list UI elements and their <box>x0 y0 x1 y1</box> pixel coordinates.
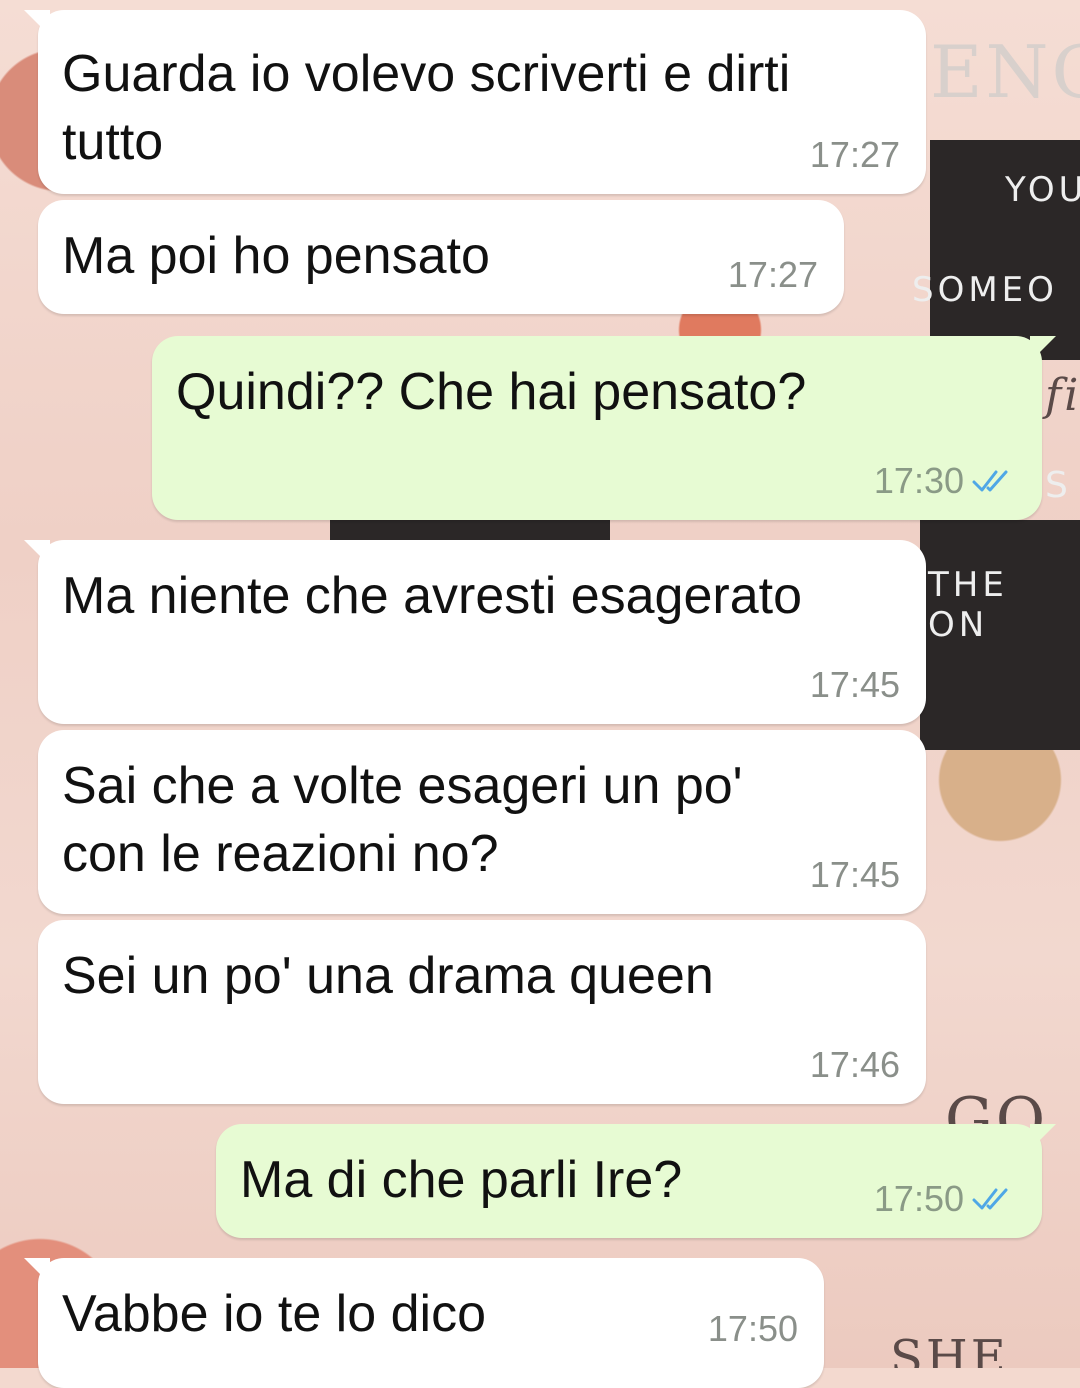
bubble-tail <box>24 540 50 566</box>
wallpaper-text-someo: SOMEO <box>912 270 1058 310</box>
message-text: Sai che a volte esageri un po' con le re… <box>62 757 743 883</box>
message-meta: 17:50 <box>708 1308 798 1350</box>
bubble-tail <box>1030 1124 1056 1150</box>
message-text: Ma di che parli Ire? <box>240 1151 683 1209</box>
message-bubble-outgoing[interactable]: Ma di che parli Ire? 17:50 <box>216 1124 1056 1238</box>
message-time: 17:45 <box>809 664 900 705</box>
message-time: 17:45 <box>809 854 900 895</box>
message-bubble-outgoing[interactable]: Quindi?? Che hai pensato? 17:30 <box>152 336 1056 520</box>
message-text: Ma poi ho pensato <box>62 227 490 285</box>
message-meta: 17:30 <box>874 460 1016 502</box>
message-text: Vabbe io te lo dico <box>62 1285 486 1343</box>
message-text: Quindi?? Che hai pensato? <box>176 363 807 421</box>
message-time: 17:50 <box>707 1308 798 1349</box>
message-bubble-incoming[interactable]: Sai che a volte esageri un po' con le re… <box>38 730 926 914</box>
message-time: 17:27 <box>809 134 900 175</box>
message-meta: 17:50 <box>874 1178 1016 1220</box>
message-bubble-incoming[interactable]: Ma niente che avresti esagerato 17:45 <box>24 540 926 724</box>
message-time: 17:27 <box>727 254 818 295</box>
wallpaper-text-s: S <box>1045 465 1072 506</box>
message-text: Ma niente che avresti esagerato <box>62 567 802 625</box>
bubble-tail <box>24 1258 50 1284</box>
message-bubble-incoming[interactable]: Ma poi ho pensato 17:27 <box>38 200 844 314</box>
message-text: Sei un po' una drama queen <box>62 947 714 1005</box>
message-bubble-incoming[interactable]: Guarda io volevo scriverti e dirti tutto… <box>24 10 926 194</box>
message-bubble-incoming[interactable]: Vabbe io te lo dico 17:50 <box>24 1258 824 1388</box>
message-time: 17:30 <box>873 460 964 501</box>
wallpaper-text-eng: ENG <box>930 30 1080 114</box>
message-time: 17:50 <box>873 1178 964 1219</box>
message-text: Guarda io volevo scriverti e dirti tutto <box>62 45 791 171</box>
double-check-icon <box>972 1188 1008 1210</box>
message-meta: 17:27 <box>728 254 818 296</box>
bubble-tail <box>1030 336 1056 362</box>
bubble-tail <box>24 10 50 36</box>
message-meta: 17:45 <box>810 664 900 706</box>
wallpaper-text-you: YOU <box>1005 170 1080 210</box>
wallpaper-text-the-on: THE ON <box>928 565 1008 645</box>
double-check-icon <box>972 470 1008 492</box>
wallpaper-text-she: SHE <box>890 1330 1009 1368</box>
message-time: 17:46 <box>809 1044 900 1085</box>
wallpaper-text-fi: fi <box>1045 370 1080 421</box>
message-meta: 17:27 <box>810 134 900 176</box>
message-meta: 17:45 <box>810 854 900 896</box>
message-bubble-incoming[interactable]: Sei un po' una drama queen 17:46 <box>38 920 926 1104</box>
message-meta: 17:46 <box>810 1044 900 1086</box>
